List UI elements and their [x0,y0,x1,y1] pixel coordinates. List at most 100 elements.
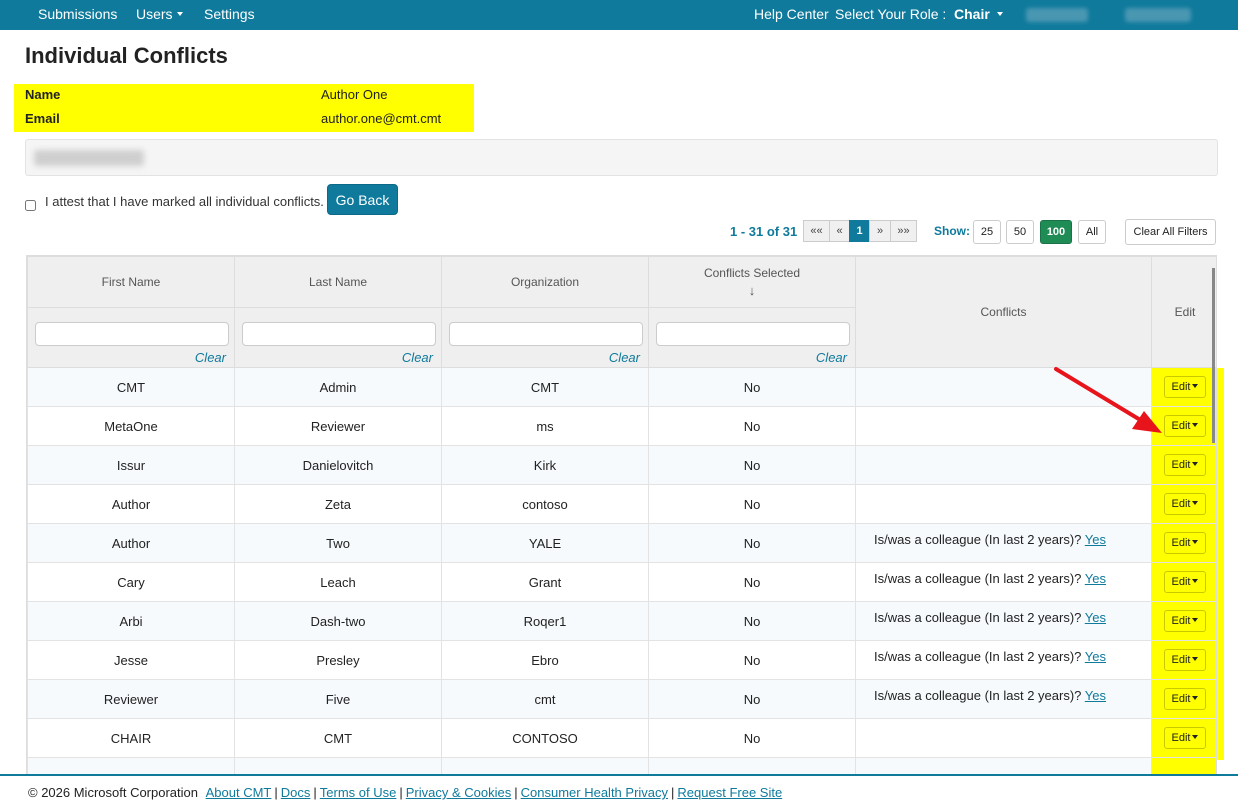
footer-about-link[interactable]: About CMT [206,785,272,800]
cell-organization: cmt [441,679,649,719]
clear-conflicts-selected-link[interactable]: Clear [816,350,847,365]
edit-dropdown-button[interactable]: Edit [1164,454,1206,476]
table-row: CMT Admin CMT No Edit [27,367,1216,407]
nav-settings[interactable]: Settings [204,0,255,30]
pager-prev-button[interactable]: « [829,220,850,242]
filter-conflicts-selected-input[interactable] [656,322,850,346]
edit-dropdown-button[interactable]: Edit [1164,727,1206,749]
nav-submissions[interactable]: Submissions [38,0,117,30]
table-scrollbar[interactable] [1212,268,1215,443]
attest-checkbox[interactable] [25,200,36,211]
conflict-yes-link[interactable]: Yes [1085,610,1106,625]
role-value: Chair [954,6,990,22]
filter-conflicts-selected-cell: Clear [648,307,856,368]
edit-button-label: Edit [1171,693,1191,705]
edit-dropdown-button[interactable]: Edit [1164,415,1206,437]
cell-conflicts-selected: No [648,718,856,758]
filter-first-name-cell: Clear [27,307,235,368]
edit-dropdown-button[interactable]: Edit [1164,376,1206,398]
header-conflicts-selected[interactable]: Conflicts Selected ↓ [648,256,856,308]
edit-button-label: Edit [1171,498,1191,510]
select-role-label: Select Your Role : [835,6,947,22]
pager-last-button[interactable]: »» [890,220,917,242]
clear-all-filters-button[interactable]: Clear All Filters [1125,219,1216,245]
edit-button-label: Edit [1171,732,1191,744]
cell-last-name: Two [234,523,442,563]
footer-privacy-link[interactable]: Privacy & Cookies [406,785,511,800]
cell-last-name: Five [234,679,442,719]
nav-help-center[interactable]: Help Center [754,0,829,30]
conflict-yes-link[interactable]: Yes [1085,532,1106,547]
edit-dropdown-button[interactable]: Edit [1164,493,1206,515]
header-organization[interactable]: Organization [441,256,649,308]
show-100-button[interactable]: 100 [1040,220,1072,244]
show-25-button[interactable]: 25 [973,220,1001,244]
attest-label: I attest that I have marked all individu… [45,194,324,209]
cell-organization: Ebro [441,640,649,680]
header-first-name[interactable]: First Name [27,256,235,308]
red-arrow-annotation [1054,367,1162,433]
clear-first-name-link[interactable]: Clear [195,350,226,365]
conflict-yes-link[interactable]: Yes [1085,688,1106,703]
author-info-box: Name Author One Email author.one@cmt.cmt [14,84,474,132]
footer: © 2026 Microsoft Corporation About CMT | D… [0,774,1238,809]
chevron-down-icon [1192,540,1199,545]
edit-dropdown-button[interactable]: Edit [1164,571,1206,593]
pager-page-1[interactable]: 1 [849,220,870,242]
cell-organization: CONTOSO [441,718,649,758]
footer-separator: | [671,785,675,800]
cell-conflicts: Is/was a colleague (In last 2 years)? Ye… [855,523,1152,563]
cell-last-name: Reviewer [234,406,442,446]
name-value: Author One [321,87,388,102]
edit-dropdown-button[interactable]: Edit [1164,688,1206,710]
chevron-down-icon [1192,579,1199,584]
edit-dropdown-button[interactable]: Edit [1164,532,1206,554]
footer-request-site-link[interactable]: Request Free Site [677,785,782,800]
show-50-button[interactable]: 50 [1006,220,1034,244]
sort-down-icon: ↓ [748,283,756,298]
chevron-down-icon [1192,462,1199,467]
pager-next-button[interactable]: » [869,220,891,242]
pager-first-button[interactable]: «« [803,220,830,242]
chevron-down-icon [996,12,1003,17]
filter-last-name-input[interactable] [242,322,436,346]
clear-organization-link[interactable]: Clear [609,350,640,365]
clear-last-name-link[interactable]: Clear [402,350,433,365]
cell-first-name: Cary [27,562,235,602]
table-row: Arbi Dash-two Roqer1 No Is/was a colleague (… [27,601,1216,641]
redacted-account[interactable] [1125,8,1191,22]
cell-conflicts-selected: No [648,406,856,446]
chevron-down-icon [1192,618,1199,623]
cell-last-name: Presley [234,640,442,680]
footer-health-privacy-link[interactable]: Consumer Health Privacy [521,785,668,800]
cell-first-name: Jesse [27,640,235,680]
edit-button-label: Edit [1171,381,1191,393]
footer-docs-link[interactable]: Docs [281,785,311,800]
filter-organization-input[interactable] [449,322,643,346]
go-back-button[interactable]: Go Back [327,184,398,215]
cell-edit: Edit [1151,640,1216,680]
redacted-user[interactable] [1026,8,1088,22]
footer-terms-link[interactable]: Terms of Use [320,785,397,800]
cell-organization: Grant [441,562,649,602]
show-all-button[interactable]: All [1078,220,1106,244]
footer-separator: | [514,785,518,800]
table-row: Author Two YALE No Is/was a colleague (In la… [27,523,1216,563]
conflict-yes-link[interactable]: Yes [1085,571,1106,586]
header-last-name[interactable]: Last Name [234,256,442,308]
filter-first-name-input[interactable] [35,322,229,346]
cell-conflicts: Is/was a colleague (In last 2 years)? Ye… [855,640,1152,680]
filter-organization-cell: Clear [441,307,649,368]
cell-last-name: Leach [234,562,442,602]
edit-button-label: Edit [1171,576,1191,588]
table-row: Cary Leach Grant No Is/was a colleague (In l… [27,562,1216,602]
cell-edit: Edit [1151,562,1216,602]
header-conflicts: Conflicts [855,256,1152,368]
role-dropdown[interactable]: Chair [954,0,1003,30]
edit-dropdown-button[interactable]: Edit [1164,649,1206,671]
cell-first-name: CHAIR [27,718,235,758]
edit-dropdown-button[interactable]: Edit [1164,610,1206,632]
nav-users[interactable]: Users [136,0,183,30]
edit-button-label: Edit [1171,537,1191,549]
conflict-yes-link[interactable]: Yes [1085,649,1106,664]
